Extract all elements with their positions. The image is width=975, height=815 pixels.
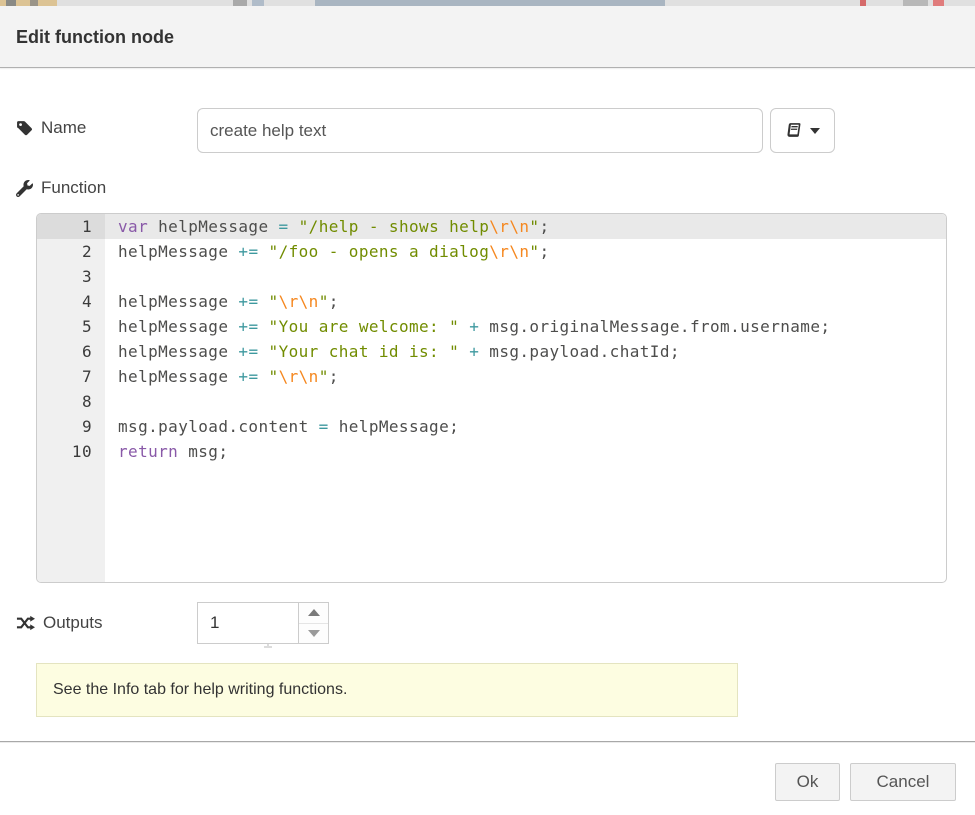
line-number: 3 bbox=[37, 264, 105, 289]
code-line[interactable]: 8 bbox=[37, 389, 946, 414]
code-line[interactable]: 9msg.payload.content = helpMessage; bbox=[37, 414, 946, 439]
line-number: 6 bbox=[37, 339, 105, 364]
code-text[interactable]: helpMessage += "\r\n"; bbox=[105, 364, 946, 389]
arrow-up-icon bbox=[308, 609, 320, 616]
code-line[interactable]: 6helpMessage += "Your chat id is: " + ms… bbox=[37, 339, 946, 364]
line-number: 2 bbox=[37, 239, 105, 264]
dialog-title: Edit function node bbox=[16, 6, 174, 68]
code-text[interactable]: helpMessage += "Your chat id is: " + msg… bbox=[105, 339, 946, 364]
name-label: Name bbox=[16, 118, 86, 138]
wrench-icon bbox=[16, 180, 33, 197]
book-icon bbox=[786, 122, 803, 139]
code-line[interactable]: 3 bbox=[37, 264, 946, 289]
outputs-label: Outputs bbox=[16, 613, 103, 633]
function-label-text: Function bbox=[41, 178, 106, 198]
spinner-down-button[interactable] bbox=[299, 624, 328, 644]
caret-down-icon bbox=[810, 128, 820, 134]
line-number: 8 bbox=[37, 389, 105, 414]
code-text[interactable] bbox=[105, 389, 946, 414]
outputs-spinner bbox=[197, 602, 329, 644]
code-text[interactable]: var helpMessage = "/help - shows help\r\… bbox=[105, 214, 946, 239]
code-line[interactable]: 7helpMessage += "\r\n"; bbox=[37, 364, 946, 389]
code-text[interactable]: helpMessage += "\r\n"; bbox=[105, 289, 946, 314]
name-label-text: Name bbox=[41, 118, 86, 138]
gutter-filler bbox=[37, 464, 105, 582]
cancel-button[interactable]: Cancel bbox=[850, 763, 956, 801]
code-text[interactable]: helpMessage += "You are welcome: " + msg… bbox=[105, 314, 946, 339]
line-number: 7 bbox=[37, 364, 105, 389]
library-button[interactable] bbox=[770, 108, 835, 153]
line-number: 4 bbox=[37, 289, 105, 314]
code-line[interactable]: 4helpMessage += "\r\n"; bbox=[37, 289, 946, 314]
code-text[interactable]: msg.payload.content = helpMessage; bbox=[105, 414, 946, 439]
tag-icon bbox=[16, 120, 33, 137]
spinner-up-button[interactable] bbox=[299, 603, 328, 624]
function-label: Function bbox=[16, 178, 106, 198]
form-tip-text: See the Info tab for help writing functi… bbox=[53, 681, 347, 699]
name-input[interactable] bbox=[197, 108, 763, 153]
line-number: 1 bbox=[37, 214, 105, 239]
shuffle-icon bbox=[16, 615, 35, 631]
editor-empty-area[interactable] bbox=[37, 464, 946, 582]
code-editor[interactable]: 1var helpMessage = "/help - shows help\r… bbox=[36, 213, 947, 583]
line-number: 9 bbox=[37, 414, 105, 439]
line-number: 5 bbox=[37, 314, 105, 339]
code-line[interactable]: 5helpMessage += "You are welcome: " + ms… bbox=[37, 314, 946, 339]
dialog-header: Edit function node bbox=[0, 6, 975, 68]
code-line[interactable]: 1var helpMessage = "/help - shows help\r… bbox=[37, 214, 946, 239]
line-number: 10 bbox=[37, 439, 105, 464]
spinner-buttons bbox=[298, 603, 328, 643]
code-text[interactable]: helpMessage += "/foo - opens a dialog\r\… bbox=[105, 239, 946, 264]
edit-function-node-dialog: Edit function node Name Function 1var he… bbox=[0, 6, 975, 815]
code-text[interactable] bbox=[105, 264, 946, 289]
code-text[interactable]: return msg; bbox=[105, 439, 946, 464]
code-line[interactable]: 10return msg; bbox=[37, 439, 946, 464]
ok-button[interactable]: Ok bbox=[775, 763, 840, 801]
arrow-down-icon bbox=[308, 630, 320, 637]
code-filler[interactable] bbox=[105, 464, 946, 582]
outputs-input[interactable] bbox=[198, 603, 298, 643]
form-tip: See the Info tab for help writing functi… bbox=[36, 663, 738, 717]
code-line[interactable]: 2helpMessage += "/foo - opens a dialog\r… bbox=[37, 239, 946, 264]
outputs-label-text: Outputs bbox=[43, 613, 103, 633]
footer-divider bbox=[0, 741, 975, 742]
